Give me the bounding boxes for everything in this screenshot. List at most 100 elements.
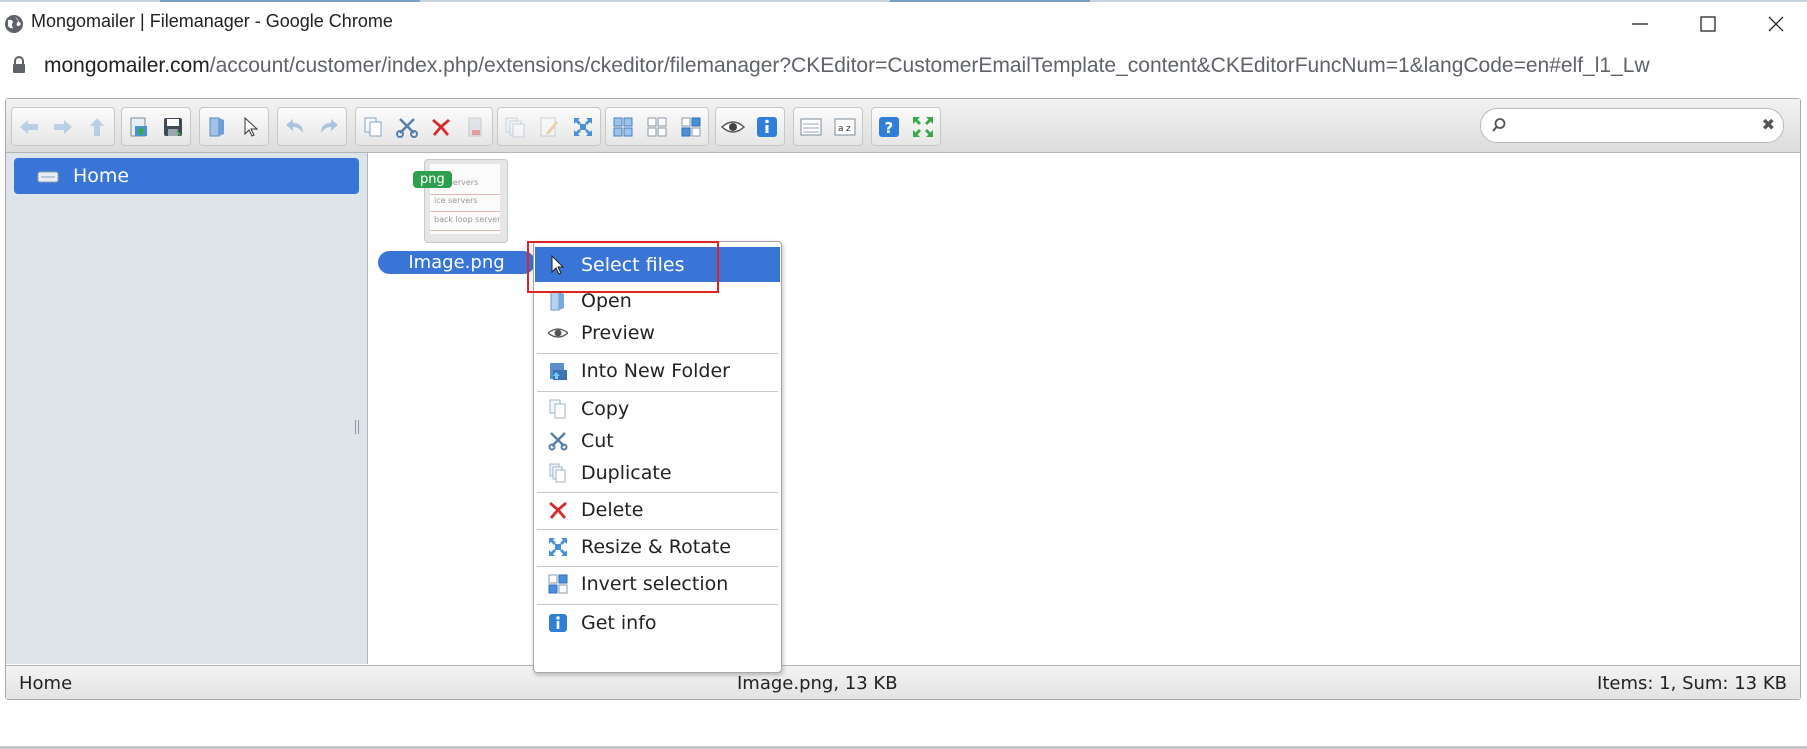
menu-separator <box>537 604 778 605</box>
resize-handle[interactable] <box>354 419 360 435</box>
select-icon <box>244 116 259 137</box>
menu-item-into-new-folder[interactable]: Into New Folder <box>535 355 780 387</box>
save-icon <box>164 117 182 136</box>
fullscreen-button[interactable] <box>906 108 940 145</box>
globe-icon <box>5 15 23 33</box>
file-manager: az ? ✖ Home ain servers ice servers back… <box>5 98 1801 700</box>
menu-item-cut[interactable]: Cut <box>535 425 780 457</box>
empty-button[interactable] <box>458 108 492 145</box>
menu-separator <box>537 529 778 530</box>
file-name: Image.png <box>378 251 535 274</box>
close-window-button[interactable] <box>1748 8 1804 40</box>
menu-item-label: Delete <box>581 499 644 521</box>
copy-icon <box>364 117 382 136</box>
titlebar-top-border <box>0 0 1807 2</box>
menu-item-duplicate[interactable]: Duplicate <box>535 457 780 489</box>
sort-icon: az <box>834 118 856 135</box>
toolbar-group-layout: az <box>793 107 863 146</box>
toolbar-group-transform <box>497 107 601 146</box>
resize-button[interactable] <box>566 108 600 145</box>
save-button[interactable] <box>156 108 190 145</box>
file-type-badge: png <box>413 171 452 188</box>
window-title: Mongomailer | Filemanager - Google Chrom… <box>31 11 393 31</box>
url-path: /account/customer/index.php/extensions/c… <box>209 54 1650 77</box>
menu-item-resize-rotate[interactable]: Resize & Rotate <box>535 531 780 563</box>
cut-icon <box>548 432 568 451</box>
menu-item-label: Open <box>581 290 632 312</box>
status-summary: Items: 1, Sum: 13 KB <box>1597 673 1787 694</box>
menu-item-copy[interactable]: Copy <box>535 393 780 425</box>
fullscreen-icon <box>913 116 933 137</box>
view-list-button[interactable] <box>794 108 828 145</box>
info-icon <box>549 614 567 632</box>
new-folder-icon <box>550 363 567 380</box>
open-button[interactable] <box>200 108 234 145</box>
duplicate-icon <box>505 117 525 137</box>
invert-icon <box>548 574 568 594</box>
maximize-button[interactable] <box>1680 8 1736 40</box>
url-text[interactable]: mongomailer.com/account/customer/index.p… <box>44 54 1650 78</box>
select-button[interactable] <box>234 108 268 145</box>
forward-button[interactable] <box>46 108 80 145</box>
rename-button[interactable] <box>532 108 566 145</box>
tree-item-label: Home <box>73 165 130 187</box>
duplicate-icon <box>549 463 566 483</box>
select-none-button[interactable] <box>640 108 674 145</box>
redo-button[interactable] <box>312 108 346 145</box>
menu-separator <box>537 391 778 392</box>
address-bar[interactable]: mongomailer.com/account/customer/index.p… <box>0 46 1807 86</box>
preview-button[interactable] <box>716 108 750 145</box>
svg-text:?: ? <box>885 119 894 137</box>
info-button[interactable] <box>750 108 784 145</box>
sort-button[interactable]: az <box>828 108 862 145</box>
back-button[interactable] <box>12 108 46 145</box>
undo-icon <box>286 118 303 133</box>
copy-button[interactable] <box>356 108 390 145</box>
statusbar: Home Image.png, 13 KB Items: 1, Sum: 13 … <box>6 665 1800 699</box>
forward-icon <box>54 119 72 134</box>
resize-icon <box>574 117 592 136</box>
menu-item-preview[interactable]: Preview <box>535 317 780 349</box>
up-button[interactable] <box>80 108 114 145</box>
cut-button[interactable] <box>390 108 424 145</box>
invert-selection-button[interactable] <box>674 108 708 145</box>
menu-separator <box>537 566 778 567</box>
menu-item-label: Copy <box>581 398 630 420</box>
clear-search-icon[interactable]: ✖ <box>1762 116 1775 134</box>
svg-text:a: a <box>838 124 844 134</box>
window-titlebar: Mongomailer | Filemanager - Google Chrom… <box>0 0 1807 46</box>
context-menu: Select files Open Preview Into New Folde… <box>533 241 782 673</box>
menu-item-label: Duplicate <box>581 462 672 484</box>
menu-separator <box>537 353 778 354</box>
menu-item-get-info[interactable]: Get info <box>535 607 780 639</box>
tree-item-home[interactable]: Home <box>14 158 359 194</box>
delete-button[interactable] <box>424 108 458 145</box>
preview-icon <box>721 120 745 133</box>
toolbar-group-view <box>715 107 785 146</box>
rename-icon <box>540 117 558 136</box>
menu-item-delete[interactable]: Delete <box>535 494 780 526</box>
copy-icon <box>549 399 566 419</box>
minimize-icon <box>1632 23 1648 25</box>
minimize-button[interactable] <box>1612 8 1668 40</box>
duplicate-button[interactable] <box>498 108 532 145</box>
undo-button[interactable] <box>278 108 312 145</box>
maximize-icon <box>1700 16 1716 32</box>
help-icon: ? <box>879 116 899 137</box>
up-icon <box>90 117 104 136</box>
menu-item-invert-selection[interactable]: Invert selection <box>535 568 780 600</box>
toolbar: az ? ✖ <box>6 99 1800 153</box>
navigation-tree: Home <box>6 153 368 664</box>
empty-icon <box>468 117 482 136</box>
toolbar-group-selection <box>605 107 709 146</box>
eye-icon <box>548 328 568 338</box>
menu-item-label: Preview <box>581 322 655 344</box>
resize-icon <box>549 538 567 556</box>
open-icon <box>209 117 224 136</box>
upload-button[interactable] <box>122 108 156 145</box>
select-all-button[interactable] <box>606 108 640 145</box>
search-input[interactable]: ✖ <box>1480 108 1784 143</box>
help-button[interactable]: ? <box>872 108 906 145</box>
info-icon <box>757 116 777 137</box>
menu-separator <box>537 492 778 493</box>
